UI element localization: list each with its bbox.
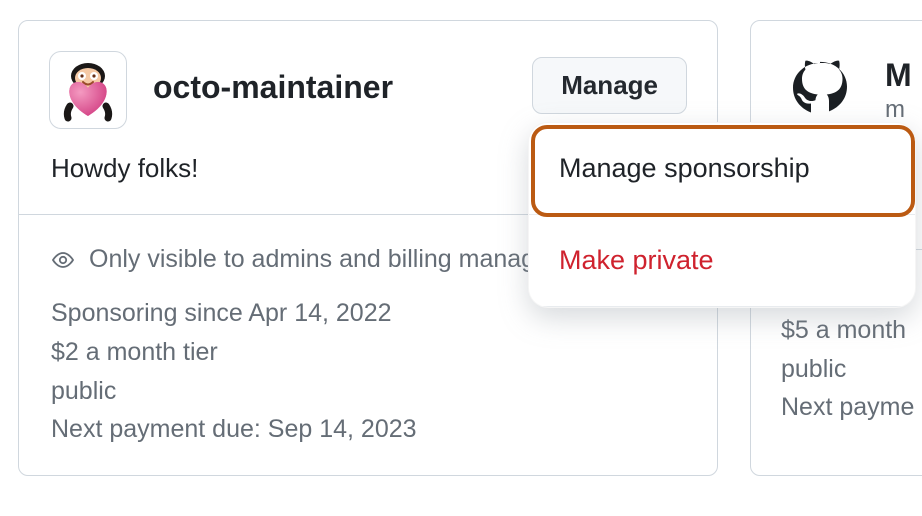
sponsorships-viewport: octo-maintainer Manage Howdy folks! Only…: [0, 0, 922, 516]
sponsor-username[interactable]: M: [885, 57, 912, 94]
sponsor-subtitle: m: [885, 96, 912, 124]
dropdown-item-manage-sponsorship[interactable]: Manage sponsorship: [529, 123, 915, 215]
sponsor-tier: $5 a month: [781, 311, 922, 350]
manage-button[interactable]: Manage: [532, 57, 687, 114]
octocat-avatar-icon: [784, 54, 856, 126]
next-payment: Next payme: [781, 388, 922, 427]
avatar[interactable]: [49, 51, 127, 129]
octo-heart-avatar-icon: [56, 58, 120, 122]
avatar[interactable]: [781, 51, 859, 129]
next-payment: Next payment due: Sep 14, 2023: [51, 410, 687, 449]
card2-title-block: M m: [885, 57, 912, 124]
visibility-text: Only visible to admins and billing manag…: [89, 245, 570, 274]
dropdown-item-make-private[interactable]: Make private: [529, 215, 915, 307]
sponsor-username[interactable]: octo-maintainer: [153, 69, 393, 106]
sponsor-privacy: public: [51, 372, 687, 411]
sponsor-tier: $2 a month tier: [51, 333, 687, 372]
manage-dropdown: Manage sponsorship Make private: [528, 122, 916, 308]
sponsor-privacy: public: [781, 350, 922, 389]
eye-icon: [51, 248, 75, 272]
